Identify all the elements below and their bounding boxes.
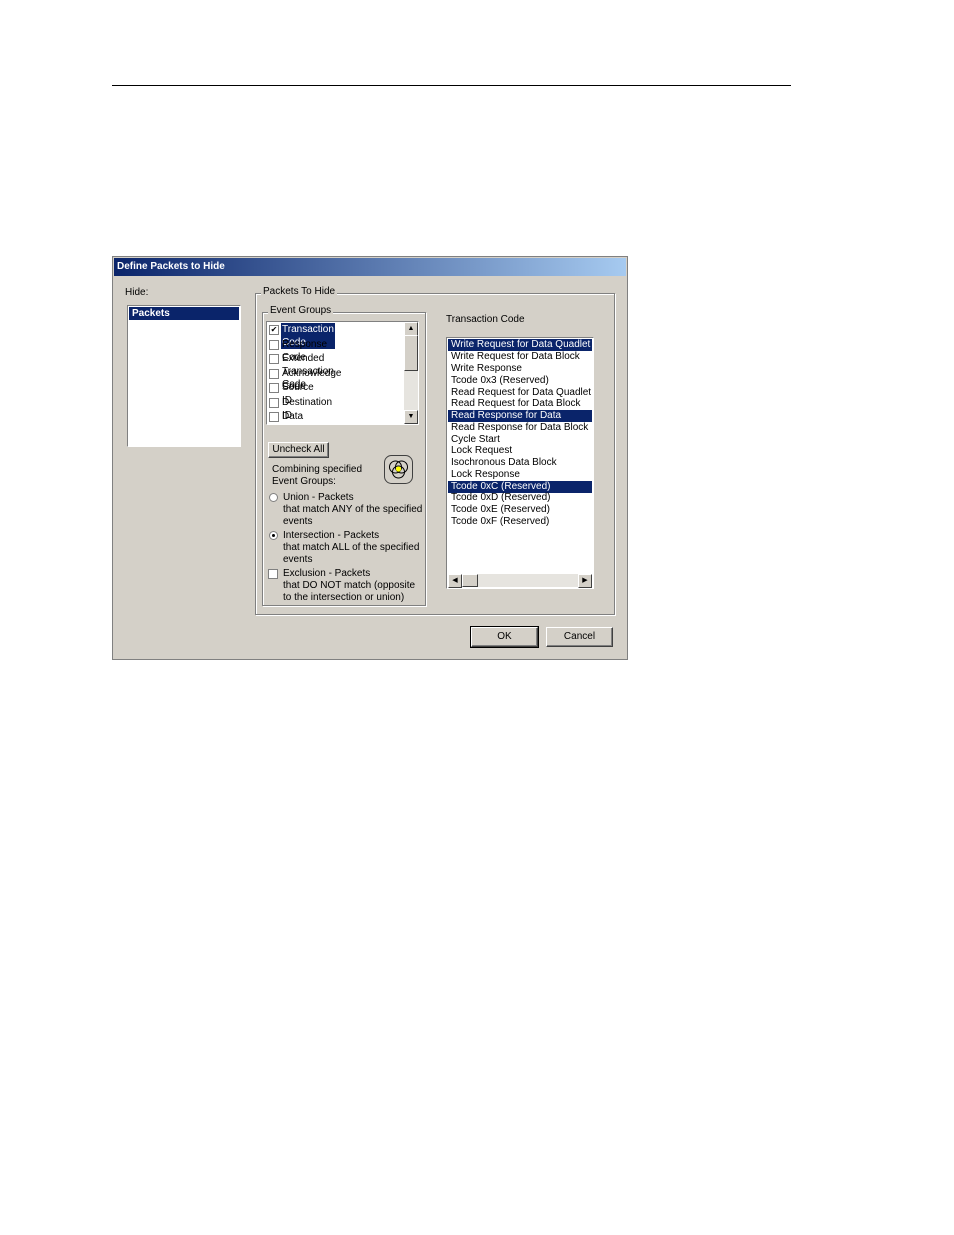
exclusion-line-3: to the intersection or union) [283, 592, 405, 603]
tc-tcode-0xf[interactable]: Tcode 0xF (Reserved) [448, 516, 592, 528]
hscroll-thumb[interactable] [462, 574, 478, 587]
checkbox-icon[interactable] [269, 397, 279, 408]
transaction-code-listbox[interactable]: Write Request for Data Quadlet Write Req… [446, 337, 594, 589]
intersection-line-2: that match ALL of the specified [283, 542, 420, 553]
tc-cycle-start[interactable]: Cycle Start [448, 434, 592, 446]
ok-button[interactable]: OK [470, 626, 539, 648]
scroll-right-icon[interactable]: ▶ [578, 574, 592, 588]
transaction-code-label: Transaction Code [446, 314, 525, 325]
transaction-code-hscrollbar[interactable]: ◀ ▶ [448, 574, 592, 588]
tc-write-response[interactable]: Write Response [448, 363, 592, 375]
event-group-label: Data Length [282, 411, 304, 422]
scroll-up-icon[interactable]: ▲ [404, 322, 418, 336]
tc-lock-request[interactable]: Lock Request [448, 445, 592, 457]
tc-tcode-0xd[interactable]: Tcode 0xD (Reserved) [448, 492, 592, 504]
combining-label-2: Event Groups: [272, 476, 336, 487]
intersection-radio[interactable] [269, 531, 278, 540]
tc-isochronous-data-block[interactable]: Isochronous Data Block [448, 457, 592, 469]
intersection-line-1: Intersection - Packets [283, 530, 380, 541]
intersection-line-3: events [283, 554, 313, 565]
union-line-3: events [283, 516, 313, 527]
exclusion-checkbox[interactable] [268, 569, 278, 579]
event-groups-listbox[interactable]: ✔ Transaction Code Response Code Extende… [266, 321, 419, 425]
packets-to-hide-title: Packets To Hide [261, 286, 338, 297]
tc-tcode-0x3[interactable]: Tcode 0x3 (Reserved) [448, 375, 592, 387]
union-line-2: that match ANY of the specified [283, 504, 423, 515]
tc-write-request-data-quadlet[interactable]: Write Request for Data Quadlet [448, 339, 592, 351]
checkbox-icon[interactable] [269, 339, 279, 350]
tc-lock-response[interactable]: Lock Response [448, 469, 592, 481]
tc-read-request-data-quadlet[interactable]: Read Request for Data Quadlet [448, 387, 592, 399]
hide-label: Hide: [125, 287, 149, 298]
cancel-button[interactable]: Cancel [546, 627, 613, 647]
tc-tcode-0xe[interactable]: Tcode 0xE (Reserved) [448, 504, 592, 516]
dialog-title: Define Packets to Hide [114, 258, 626, 276]
checkbox-icon[interactable] [269, 383, 279, 393]
checkbox-icon[interactable] [269, 354, 279, 364]
scroll-left-icon[interactable]: ◀ [448, 574, 462, 588]
union-line-1: Union - Packets [283, 492, 354, 503]
hide-item-packets[interactable]: Packets [129, 307, 239, 320]
scroll-thumb[interactable] [404, 335, 418, 371]
exclusion-line-1: Exclusion - Packets [283, 568, 371, 579]
tc-write-request-data-block[interactable]: Write Request for Data Block [448, 351, 592, 363]
event-groups-scrollbar[interactable]: ▲ ▼ [404, 322, 418, 424]
checkbox-icon[interactable] [269, 368, 279, 379]
combining-label-1: Combining specified [272, 464, 363, 475]
tc-read-response-data-block[interactable]: Read Response for Data Block [448, 422, 592, 434]
checkbox-icon[interactable] [269, 412, 279, 422]
page-rule [112, 85, 791, 86]
exclusion-line-2: that DO NOT match (opposite [283, 580, 416, 591]
tc-read-request-data-block[interactable]: Read Request for Data Block [448, 398, 592, 410]
uncheck-all-button[interactable]: Uncheck All [268, 442, 329, 458]
event-groups-title: Event Groups [268, 305, 334, 316]
tc-tcode-0xc[interactable]: Tcode 0xC (Reserved) [448, 480, 592, 493]
define-packets-dialog: Define Packets to Hide Hide: Packets Pac… [112, 256, 628, 660]
scroll-down-icon[interactable]: ▼ [404, 410, 418, 424]
venn-diagram-icon [384, 455, 413, 484]
checkbox-checked-icon[interactable]: ✔ [269, 325, 279, 335]
union-radio[interactable] [269, 493, 278, 502]
hide-listbox[interactable]: Packets [127, 305, 241, 447]
tc-read-response-data-quadlet[interactable]: Read Response for Data Quadlet [448, 410, 592, 433]
